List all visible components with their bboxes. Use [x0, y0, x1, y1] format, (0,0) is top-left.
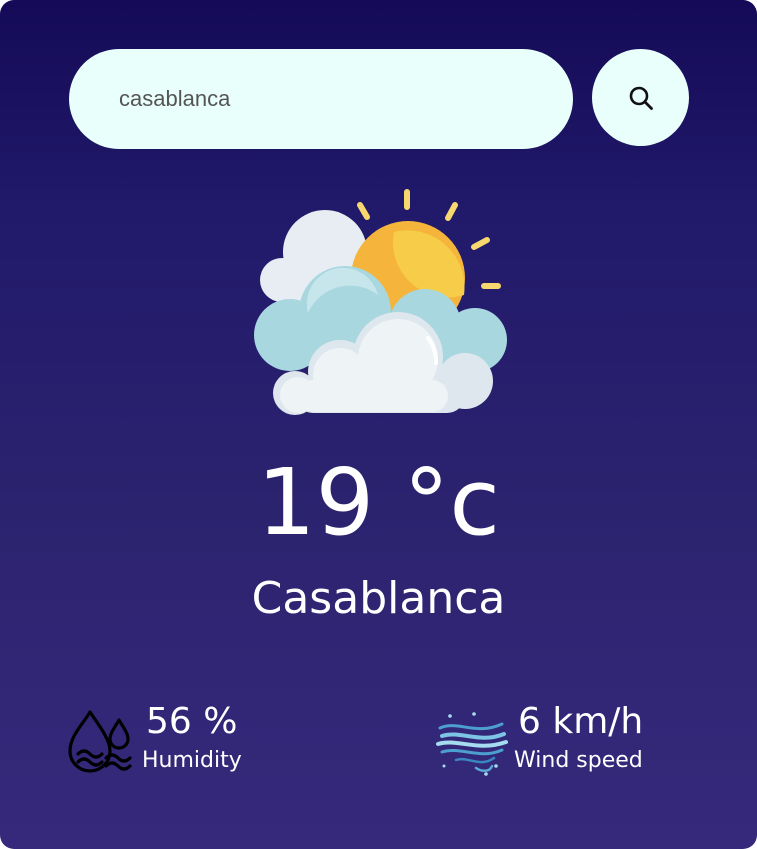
wind-label: Wind speed	[514, 748, 643, 773]
city-name: Casablanca	[251, 573, 506, 624]
humidity-value: 56 %	[146, 701, 238, 742]
wind-value: 6 km/h	[518, 701, 644, 742]
search-icon	[629, 86, 653, 110]
wind-detail: 6 km/h Wind speed	[436, 700, 643, 778]
humidity-icon	[68, 710, 132, 773]
wind-icon	[436, 712, 508, 776]
humidity-label: Humidity	[142, 748, 242, 773]
search-button[interactable]	[592, 49, 689, 146]
partly-cloudy-sun-icon	[254, 189, 507, 415]
search-input[interactable]	[69, 49, 573, 149]
temperature: 19 °c	[257, 449, 500, 556]
weather-card: 19 °c Casablanca 56 % Humidity	[0, 0, 757, 849]
humidity-detail: 56 % Humidity	[64, 700, 242, 778]
